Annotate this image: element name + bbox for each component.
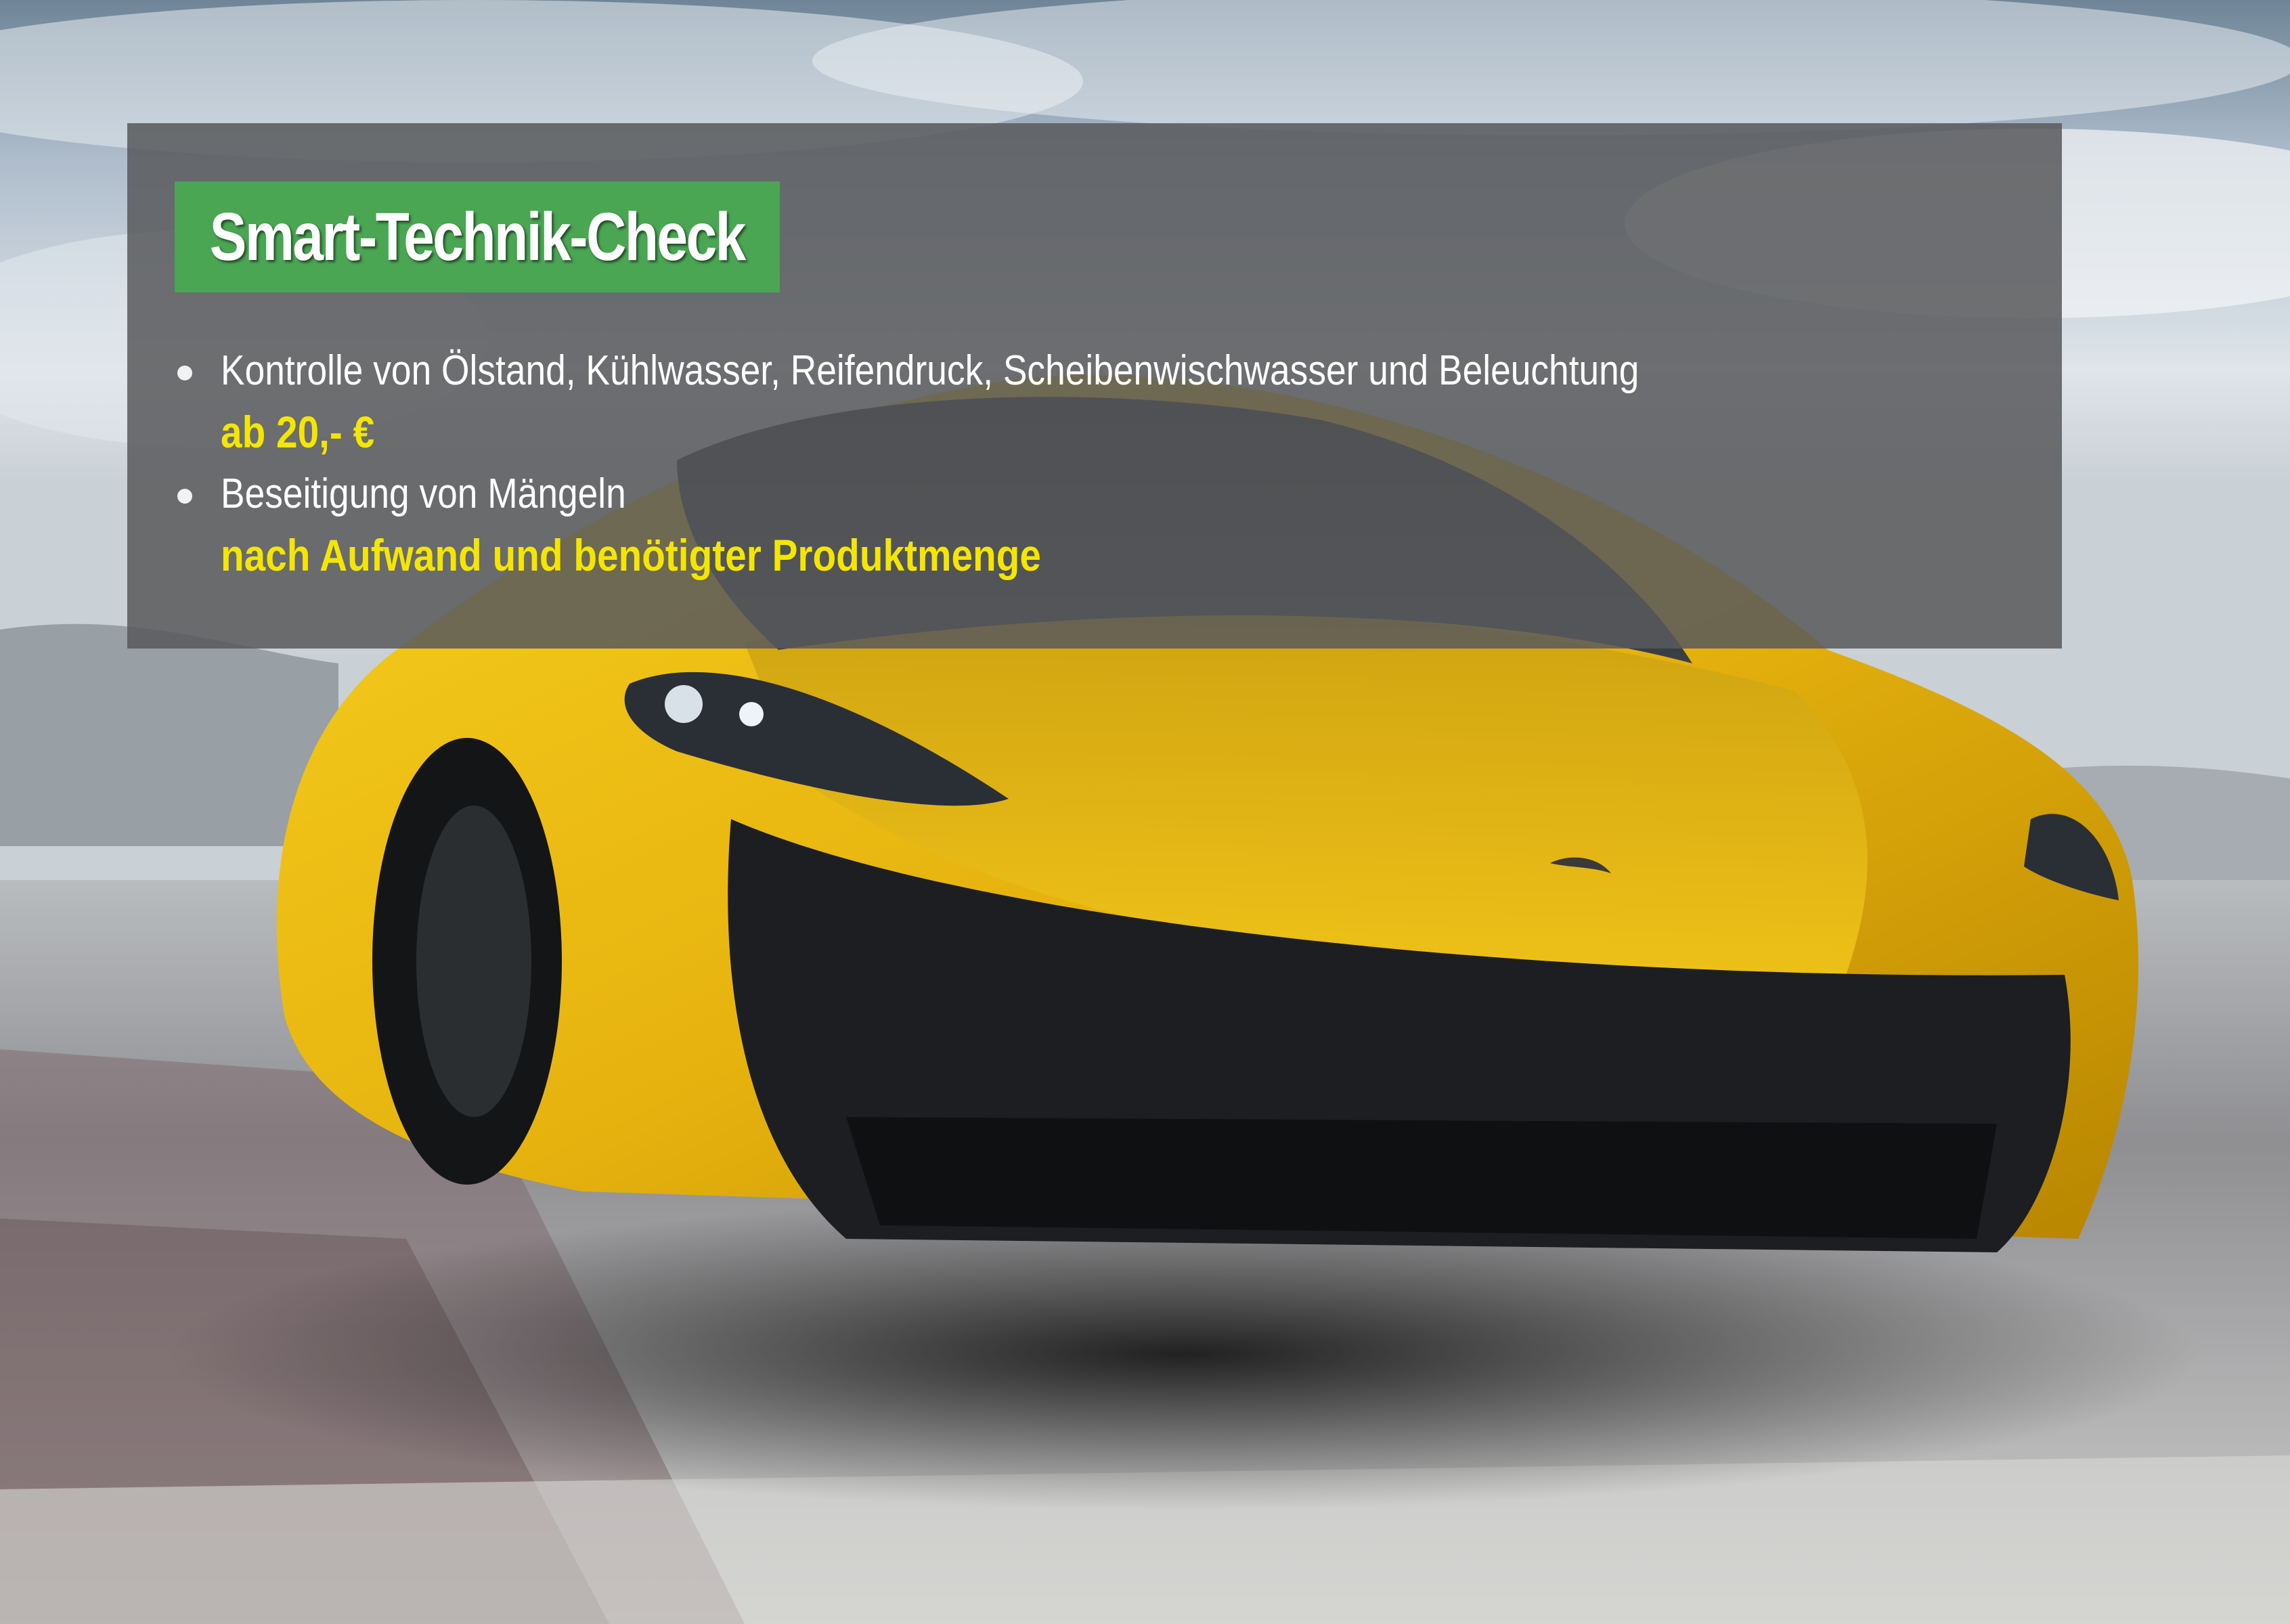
service-price: ab 20,- € bbox=[221, 407, 375, 457]
service-list: Kontrolle von Ölstand, Kühlwasser, Reife… bbox=[175, 340, 2002, 586]
service-price: nach Aufwand und benötigter Produktmenge bbox=[221, 530, 1041, 580]
info-panel: Smart-Technik-Check Kontrolle von Ölstan… bbox=[127, 123, 2062, 649]
page-title: Smart-Technik-Check bbox=[209, 198, 747, 275]
title-badge: Smart-Technik-Check bbox=[175, 181, 780, 292]
list-item: Kontrolle von Ölstand, Kühlwasser, Reife… bbox=[175, 340, 2002, 401]
bullet-icon bbox=[177, 366, 192, 380]
bullet-icon bbox=[177, 489, 192, 504]
flyer-page: Smart-Technik-Check Kontrolle von Ölstan… bbox=[0, 0, 2290, 1624]
service-description: Kontrolle von Ölstand, Kühlwasser, Reife… bbox=[221, 347, 1639, 394]
price-line: nach Aufwand und benötigter Produktmenge bbox=[175, 524, 2002, 586]
service-description: Beseitigung von Mängeln bbox=[221, 470, 626, 517]
list-item: Beseitigung von Mängeln bbox=[175, 463, 2002, 524]
price-line: ab 20,- € bbox=[175, 401, 2002, 463]
